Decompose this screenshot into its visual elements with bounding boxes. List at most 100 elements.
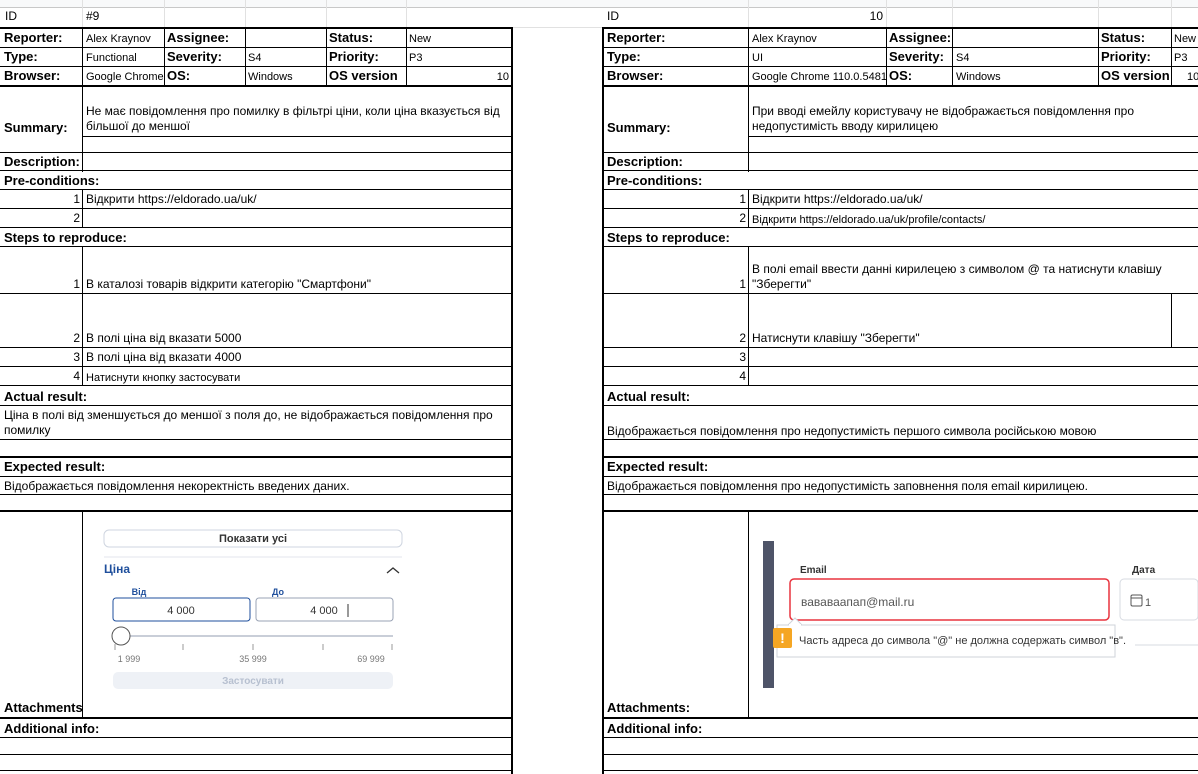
precondition-num: 1: [739, 192, 746, 206]
date-field-label: Дата: [1132, 565, 1156, 576]
type-value[interactable]: Functional: [86, 51, 137, 66]
email-field-label: Email: [800, 565, 827, 576]
svg-text:!: !: [780, 630, 785, 646]
status-value[interactable]: New: [409, 32, 431, 47]
attachment-price-filter: Показати усі Ціна Від До 4 000 4 000 1 9…: [95, 520, 410, 700]
summary-value[interactable]: При вводі емейлу користувачу не відображ…: [752, 104, 1192, 134]
attachments-label: Attachments:: [607, 700, 691, 715]
preconditions-label: Pre-conditions:: [4, 173, 100, 188]
precondition-item[interactable]: Відкрити https://eldorado.ua/uk/: [752, 192, 1192, 207]
step-num: 2: [739, 331, 746, 345]
status-value[interactable]: New: [1174, 32, 1198, 47]
browser-value[interactable]: Google Chrome 110.0.5481: [752, 70, 886, 85]
actual-result-value[interactable]: Відображається повідомлення про недопуст…: [607, 424, 1197, 439]
price-to-label: До: [272, 587, 285, 597]
step-num: 3: [73, 350, 80, 364]
assignee-label: Assignee:: [167, 30, 230, 45]
os-label: OS:: [167, 68, 191, 83]
id-value[interactable]: 10: [749, 9, 883, 24]
type-label: Type:: [4, 49, 38, 64]
preconditions-label: Pre-conditions:: [607, 173, 703, 188]
os-value[interactable]: Windows: [248, 70, 293, 85]
os-version-label: OS version: [1101, 68, 1170, 83]
reporter-label: Reporter:: [4, 30, 63, 45]
description-label: Description:: [607, 154, 683, 169]
assignee-label: Assignee:: [889, 30, 952, 45]
step-num: 4: [739, 369, 746, 383]
type-label: Type:: [607, 49, 641, 64]
step-num: 1: [739, 277, 746, 291]
severity-value[interactable]: S4: [956, 51, 969, 66]
id-label: ID: [5, 9, 17, 23]
sidebar-bar: [763, 541, 774, 688]
precondition-num: 2: [73, 211, 80, 225]
status-label: Status:: [1101, 30, 1146, 45]
severity-label: Severity:: [167, 49, 222, 64]
precondition-item[interactable]: Відкрити https://eldorado.ua/uk/profile/…: [752, 213, 1192, 228]
step-num: 4: [73, 369, 80, 383]
step-item[interactable]: В каталозі товарів відкрити категорію "С…: [86, 277, 510, 292]
show-all-button[interactable]: Показати усі: [219, 533, 287, 545]
os-version-value[interactable]: 10: [409, 70, 509, 85]
description-label: Description:: [4, 154, 80, 169]
os-version-label: OS version: [329, 68, 398, 83]
slider-tick-label: 1 999: [118, 654, 141, 664]
slider-tick-label: 35 999: [239, 654, 267, 664]
additional-info-label: Additional info:: [607, 721, 703, 736]
expected-result-value[interactable]: Відображається повідомлення про недопуст…: [607, 479, 1197, 494]
actual-result-label: Actual result:: [607, 389, 691, 404]
summary-value[interactable]: Не має повідомлення про помилку в фільтр…: [86, 104, 510, 134]
price-filter-title: Ціна: [104, 562, 130, 576]
step-item[interactable]: Натиснути клавішу "Зберегти": [752, 331, 1168, 346]
expected-result-value[interactable]: Відображається повідомлення некоректніст…: [4, 479, 510, 494]
priority-value[interactable]: P3: [409, 51, 422, 66]
severity-label: Severity:: [889, 49, 944, 64]
step-num: 2: [73, 331, 80, 345]
steps-label: Steps to reproduce:: [4, 230, 127, 245]
precondition-num: 2: [739, 211, 746, 225]
attachments-label: Attachments: [4, 700, 83, 715]
reporter-value[interactable]: Alex Kraynov: [752, 32, 884, 47]
step-item[interactable]: Натиснути кнопку застосувати: [86, 371, 510, 386]
status-label: Status:: [329, 30, 374, 45]
chevron-up-icon[interactable]: [386, 567, 400, 574]
price-to-value: 4 000: [310, 605, 338, 617]
browser-value[interactable]: Google Chrome: [86, 70, 164, 85]
browser-label: Browser:: [607, 68, 664, 83]
precondition-item[interactable]: Відкрити https://eldorado.ua/uk/: [86, 192, 510, 207]
actual-result-value[interactable]: Ціна в полі від зменшується до меншої з …: [4, 408, 510, 438]
step-item[interactable]: В полі ціна від вказати 4000: [86, 350, 510, 365]
price-from-label: Від: [132, 587, 147, 597]
severity-value[interactable]: S4: [248, 51, 261, 66]
os-version-value[interactable]: 10: [1187, 70, 1198, 85]
actual-result-label: Actual result:: [4, 389, 88, 404]
price-from-value: 4 000: [167, 605, 195, 617]
date-input[interactable]: [1119, 578, 1198, 621]
apply-button[interactable]: Застосувати: [222, 676, 284, 687]
priority-label: Priority:: [329, 49, 379, 64]
priority-label: Priority:: [1101, 49, 1151, 64]
id-label: ID: [607, 9, 619, 23]
additional-info-label: Additional info:: [4, 721, 100, 736]
column-header-row: [0, 0, 1198, 8]
attachment-email-validation: Email Дата вававаапап@mail.ru 1 ! Часть …: [760, 536, 1198, 692]
svg-text:1: 1: [1145, 597, 1151, 609]
id-value[interactable]: #9: [86, 9, 206, 24]
step-num: 1: [73, 277, 80, 291]
type-value[interactable]: UI: [752, 51, 763, 66]
precondition-num: 1: [73, 192, 80, 206]
expected-result-label: Expected result:: [4, 459, 106, 474]
step-num: 3: [739, 350, 746, 364]
priority-value[interactable]: P3: [1174, 51, 1198, 66]
slider-tick-label: 69 999: [357, 654, 385, 664]
price-slider-handle[interactable]: [111, 626, 131, 646]
summary-label: Summary:: [607, 120, 671, 135]
steps-label: Steps to reproduce:: [607, 230, 730, 245]
step-item[interactable]: В полі email ввести данні кирилецею з си…: [752, 262, 1192, 292]
reporter-label: Reporter:: [607, 30, 666, 45]
step-item[interactable]: В полі ціна від вказати 5000: [86, 331, 510, 346]
reporter-value[interactable]: Alex Kraynov: [86, 32, 164, 47]
os-value[interactable]: Windows: [956, 70, 1001, 85]
expected-result-label: Expected result:: [607, 459, 709, 474]
browser-label: Browser:: [4, 68, 61, 83]
